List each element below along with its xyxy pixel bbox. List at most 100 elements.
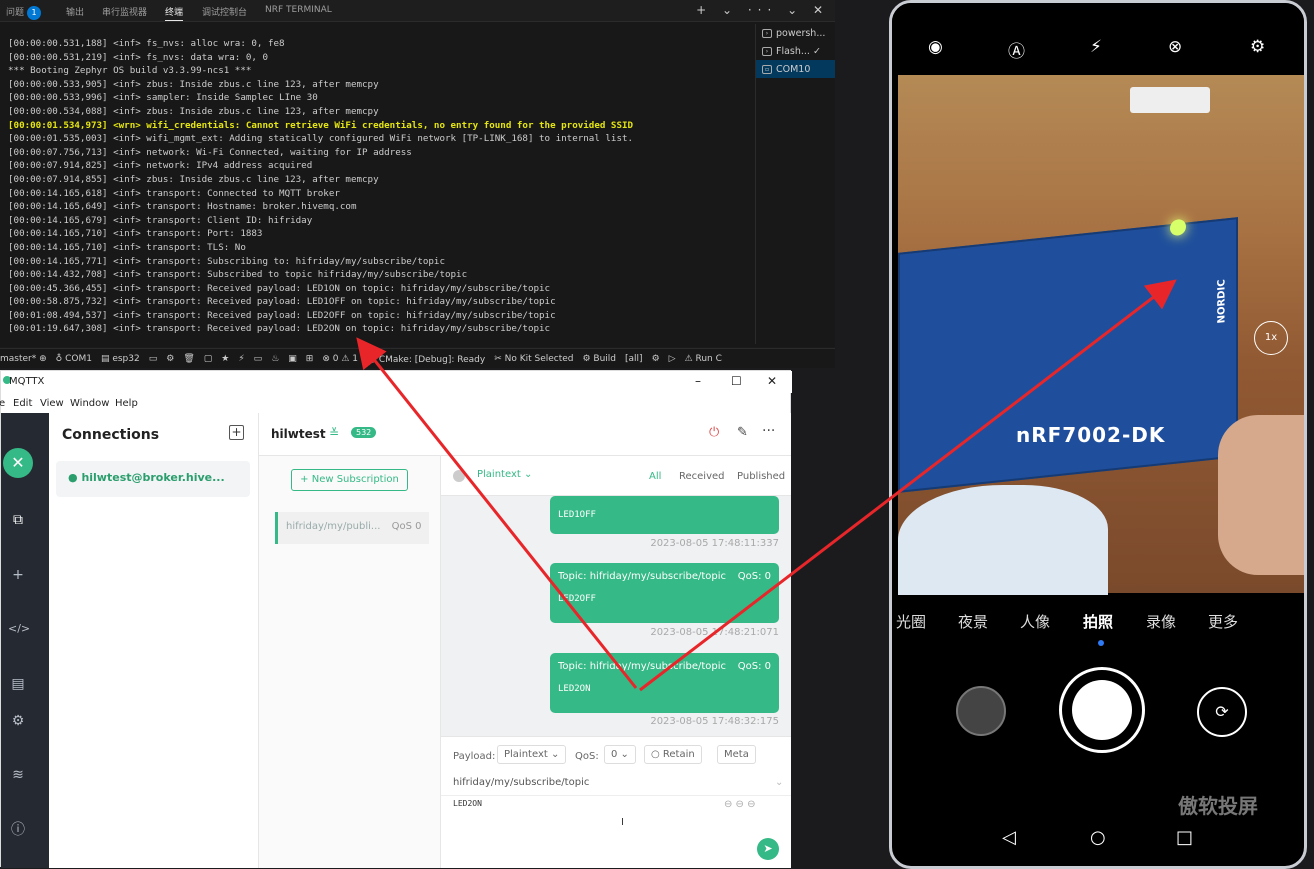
log-line: [00:00:07.914,855] <inf> zbus: Inside zb… bbox=[8, 173, 379, 185]
status-item[interactable]: ▭ bbox=[254, 354, 263, 364]
shutter-button[interactable] bbox=[1059, 667, 1145, 753]
hand bbox=[1218, 415, 1304, 575]
mode-more[interactable]: 更多 bbox=[1208, 611, 1238, 632]
status-item[interactable]: ▢ bbox=[204, 354, 213, 364]
settings-icon[interactable]: ⚙ bbox=[8, 711, 28, 731]
add-icon[interactable]: + bbox=[8, 565, 28, 585]
log-line: [00:00:58.875,732] <inf> transport: Rece… bbox=[8, 296, 556, 308]
camera-mode-icon[interactable]: ◉ bbox=[928, 37, 943, 57]
filter-received[interactable]: Received bbox=[679, 471, 725, 482]
mode-portrait[interactable]: 人像 bbox=[1020, 611, 1050, 632]
menu-edit[interactable]: Edit bbox=[13, 398, 32, 409]
menu-help[interactable]: Help bbox=[115, 398, 138, 409]
status-item[interactable]: ▭ bbox=[149, 354, 158, 364]
filter-icon[interactable]: ⊗ bbox=[1168, 37, 1182, 57]
zoom-button[interactable]: 1x bbox=[1254, 321, 1288, 355]
topic-input[interactable]: hifriday/my/subscribe/topic bbox=[453, 777, 589, 788]
mode-video[interactable]: 录像 bbox=[1146, 611, 1176, 632]
status-item[interactable]: ⚙ Build bbox=[583, 354, 617, 364]
status-item[interactable]: ⊗ 0 ⚠ 1 bbox=[322, 354, 358, 364]
status-item[interactable]: ⚡ bbox=[238, 354, 244, 364]
status-item[interactable]: ★ bbox=[221, 354, 229, 364]
info-icon[interactable]: ⓘ bbox=[8, 820, 28, 840]
tab-nrf-terminal[interactable]: NRF TERMINAL bbox=[265, 5, 332, 15]
log-line: [00:00:14.432,708] <inf> transport: Subs… bbox=[8, 269, 468, 281]
more-icon[interactable]: ··· bbox=[762, 423, 775, 439]
status-item[interactable]: ⓘ CMake: [Debug]: Ready bbox=[367, 352, 485, 365]
camera-viewfinder[interactable]: NORDIC nRF7002-DK 1x bbox=[898, 75, 1304, 595]
terminal-panel: 问题 1 输出 串行监视器 终端 调试控制台 NRF TERMINAL + ⌄ ·… bbox=[0, 0, 835, 347]
status-item[interactable]: ⊞ bbox=[306, 354, 314, 364]
status-item[interactable]: ⚙ bbox=[652, 354, 660, 364]
settings-icon[interactable]: ⚙ bbox=[1250, 37, 1265, 57]
subscription-item[interactable]: hifriday/my/publi... QoS 0 bbox=[275, 512, 429, 544]
qos-select[interactable]: 0 ⌄ bbox=[604, 745, 636, 764]
collapse-icon[interactable]: ≚ bbox=[329, 426, 339, 440]
status-item[interactable]: ▣ bbox=[288, 354, 297, 364]
tab-serial-monitor[interactable]: 串行监视器 bbox=[102, 5, 147, 18]
mode-aperture[interactable]: 光圈 bbox=[896, 611, 926, 632]
new-connection-button[interactable]: + bbox=[229, 425, 244, 440]
log-line: [00:00:00.533,996] <inf> sampler: Inside… bbox=[8, 92, 318, 104]
status-item[interactable]: ♁ COM1 bbox=[56, 354, 92, 364]
script-icon[interactable]: </> bbox=[8, 619, 30, 639]
payload-format-select[interactable]: Plaintext ⌄ bbox=[477, 469, 532, 480]
process-powershell[interactable]: › powersh... bbox=[756, 24, 835, 42]
flash-off-icon[interactable]: ⚡ bbox=[1090, 37, 1102, 57]
process-flash[interactable]: › Flash... ✓ bbox=[756, 42, 835, 60]
status-item[interactable]: ⚠ Run C bbox=[685, 354, 722, 364]
recents-icon[interactable]: □ bbox=[1176, 827, 1193, 848]
status-item[interactable]: ▤ esp32 bbox=[101, 354, 140, 364]
chevron-down-icon[interactable]: ⌄ bbox=[775, 777, 783, 788]
menu-file[interactable]: e bbox=[0, 398, 5, 409]
watermark: 傲软投屏 bbox=[1178, 794, 1258, 818]
led-indicator bbox=[1170, 218, 1186, 237]
tab-problems[interactable]: 问题 1 bbox=[6, 5, 42, 20]
filter-all[interactable]: All bbox=[649, 471, 661, 482]
mode-photo[interactable]: 拍照 bbox=[1083, 611, 1113, 632]
tab-debug-console[interactable]: 调试控制台 bbox=[202, 5, 247, 18]
switch-camera-icon[interactable]: ⟳ bbox=[1197, 687, 1247, 737]
ai-icon[interactable]: Ⓐ bbox=[1008, 37, 1025, 62]
payload-label: Payload: bbox=[453, 751, 496, 762]
menu-view[interactable]: View bbox=[40, 398, 64, 409]
filter-published[interactable]: Published bbox=[737, 471, 785, 482]
disconnect-icon[interactable]: ⏻ bbox=[709, 425, 719, 440]
toggle-icon[interactable] bbox=[453, 470, 465, 482]
board-brand: NORDIC bbox=[1216, 278, 1228, 324]
send-button[interactable]: ➤ bbox=[757, 838, 779, 860]
meta-button[interactable]: Meta bbox=[717, 745, 756, 764]
close-icon[interactable]: ✕ bbox=[767, 374, 777, 388]
gallery-thumbnail[interactable] bbox=[956, 686, 1006, 736]
log-line: [00:01:19.647,308] <inf> transport: Rece… bbox=[8, 323, 551, 335]
status-item[interactable]: 🗑 bbox=[183, 354, 194, 364]
status-item[interactable]: ▷ bbox=[669, 354, 676, 364]
log-line: [00:00:14.165,649] <inf> transport: Host… bbox=[8, 201, 357, 213]
edit-icon[interactable]: ✎ bbox=[737, 425, 748, 440]
maximize-icon[interactable]: ☐ bbox=[731, 374, 742, 388]
log-line: [00:00:00.531,188] <inf> fs_nvs: alloc w… bbox=[8, 38, 285, 49]
log-icon[interactable]: ▤ bbox=[8, 674, 28, 694]
status-item[interactable]: ⚙ bbox=[166, 354, 174, 364]
status-item[interactable]: [all] bbox=[625, 354, 643, 364]
back-icon[interactable]: ◁ bbox=[1002, 827, 1016, 848]
message-input[interactable]: LED2ON bbox=[453, 799, 482, 808]
connection-item[interactable]: ● hilwtest@broker.hive... bbox=[56, 461, 250, 497]
mode-night[interactable]: 夜景 bbox=[958, 611, 988, 632]
home-icon[interactable]: ○ bbox=[1090, 827, 1106, 848]
terminal-actions[interactable]: + ⌄ ··· ⌄ ✕ bbox=[696, 3, 829, 17]
retain-checkbox[interactable]: ○ Retain bbox=[644, 745, 702, 764]
tab-output[interactable]: 输出 bbox=[66, 5, 84, 18]
minimize-icon[interactable]: – bbox=[695, 374, 701, 388]
status-item[interactable]: ✂ No Kit Selected bbox=[494, 354, 573, 364]
payload-type-select[interactable]: Plaintext ⌄ bbox=[497, 745, 567, 764]
menu-window[interactable]: Window bbox=[70, 398, 109, 409]
history-nav-icon[interactable]: ⊖ ⊖ ⊖ bbox=[724, 799, 756, 810]
new-subscription-button[interactable]: + New Subscription bbox=[291, 469, 408, 491]
connections-icon[interactable]: ⧉ bbox=[8, 510, 28, 530]
status-item[interactable]: master* ⊕ bbox=[0, 354, 47, 364]
tab-terminal[interactable]: 终端 bbox=[165, 5, 184, 21]
feed-icon[interactable]: ≋ bbox=[8, 765, 28, 785]
process-com10[interactable]: ▫ COM10 bbox=[756, 60, 835, 78]
status-item[interactable]: ♨ bbox=[271, 354, 279, 364]
